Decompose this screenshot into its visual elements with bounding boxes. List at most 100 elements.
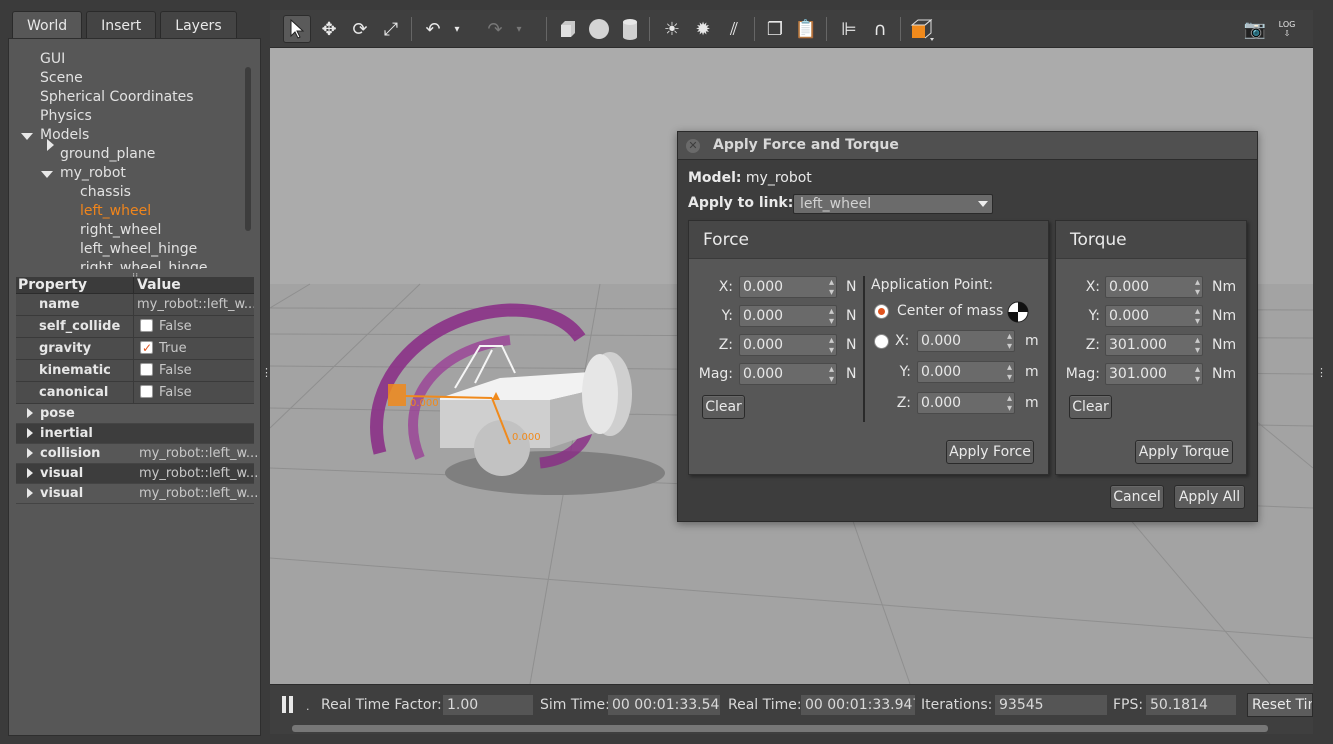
rotate-icon[interactable]: ⟳ — [346, 15, 374, 43]
force-z-spinbox[interactable]: 0.000 — [739, 331, 837, 361]
point-z-spinbox[interactable]: 0.000 — [917, 389, 1015, 419]
snap-magnet-icon[interactable]: ∩ — [866, 15, 894, 43]
force-mag-spinbox[interactable]: 0.000 — [739, 360, 837, 390]
self-collide-checkbox[interactable] — [140, 319, 153, 332]
tree-item-left-wheel-hinge[interactable]: left_wheel_hinge — [80, 240, 197, 259]
kinematic-checkbox[interactable] — [140, 363, 153, 376]
model-row: Model: my_robot — [688, 170, 812, 186]
group-value: my_robot::left_w... — [139, 486, 259, 501]
dialog-titlebar[interactable]: ✕ Apply Force and Torque — [678, 132, 1257, 160]
canonical-checkbox[interactable] — [140, 385, 153, 398]
gravity-checkbox[interactable] — [140, 338, 153, 359]
header-value: Value — [137, 277, 181, 293]
property-group-pose[interactable]: pose — [16, 404, 254, 424]
apply-to-link-label: Apply to link: — [688, 195, 794, 211]
force-mag-unit: N — [846, 366, 857, 382]
tree-item-scene[interactable]: Scene — [40, 69, 83, 88]
expand-arrow-icon[interactable] — [27, 408, 33, 418]
horizontal-scrollbar[interactable] — [292, 725, 1268, 732]
tree-scrollbar[interactable] — [245, 67, 251, 231]
tree-item-right-wheel[interactable]: right_wheel — [80, 221, 161, 240]
link-select[interactable]: left_wheel — [793, 194, 993, 214]
torque-z-spinbox[interactable]: 301.000 — [1105, 331, 1203, 361]
copy-icon[interactable]: ❐ — [761, 15, 789, 43]
translate-icon[interactable]: ✥ — [315, 15, 343, 43]
tree-item-gui[interactable]: GUI — [40, 50, 65, 69]
tab-layers[interactable]: Layers — [160, 11, 237, 39]
collapse-arrow-icon[interactable] — [21, 133, 33, 140]
property-row-kinematic: kinematic False — [16, 360, 254, 382]
paste-icon[interactable]: 📋 — [792, 15, 820, 43]
property-value[interactable]: my_robot::left_w... — [134, 294, 254, 315]
iterations-field: 93545 — [995, 695, 1107, 715]
center-of-mass-radio[interactable] — [874, 304, 889, 319]
log-icon[interactable]: LOG ⇩ — [1273, 15, 1301, 43]
tab-world[interactable]: World — [12, 11, 83, 39]
custom-point-radio[interactable] — [874, 334, 889, 349]
tree-item-spherical-coordinates[interactable]: Spherical Coordinates — [40, 88, 194, 107]
force-x-label: X: — [718, 279, 733, 295]
rtf-field: 1.00 — [443, 695, 533, 715]
property-name: gravity — [16, 338, 134, 359]
force-clear-button[interactable]: Clear — [702, 395, 745, 419]
pause-icon[interactable] — [281, 696, 295, 713]
property-group-visual[interactable]: visual my_robot::left_w... — [16, 484, 258, 504]
close-icon[interactable]: ✕ — [686, 139, 700, 153]
reset-time-button[interactable]: Reset Time — [1247, 693, 1313, 717]
redo-dropdown-icon[interactable]: ▾ — [513, 15, 525, 43]
apply-force-torque-dialog: ✕ Apply Force and Torque Model: my_robot… — [677, 131, 1258, 522]
screenshot-icon[interactable]: 📷 — [1241, 15, 1269, 43]
apply-torque-button[interactable]: Apply Torque — [1135, 440, 1233, 464]
step-button[interactable]: . — [306, 698, 310, 716]
expand-arrow-icon[interactable] — [27, 448, 33, 458]
cancel-button[interactable]: Cancel — [1110, 485, 1164, 509]
force-x-spinbox[interactable]: 0.000 — [739, 273, 837, 303]
torque-z-unit: Nm — [1212, 337, 1237, 353]
sphere-icon[interactable] — [585, 15, 613, 43]
expand-arrow-icon[interactable] — [27, 488, 33, 498]
select-arrow-icon[interactable] — [283, 15, 311, 43]
torque-x-spinbox[interactable]: 0.000 — [1105, 273, 1203, 303]
torque-clear-button[interactable]: Clear — [1069, 395, 1112, 419]
toolbar-separator — [900, 17, 901, 41]
tab-insert[interactable]: Insert — [86, 11, 157, 39]
tree-item-my-robot[interactable]: my_robot — [60, 164, 126, 183]
sim-time-field: 00 00:01:33.545 — [608, 695, 720, 715]
torque-mag-spinbox[interactable]: 301.000 — [1105, 360, 1203, 390]
expand-arrow-icon[interactable] — [47, 139, 54, 151]
directional-light-icon[interactable]: ⫽ — [720, 15, 748, 43]
force-z-label: Z: — [718, 337, 733, 353]
tree-item-chassis[interactable]: chassis — [80, 183, 131, 202]
tree-item-left-wheel[interactable]: left_wheel — [80, 202, 151, 221]
property-table-header: Property Value — [16, 277, 254, 294]
spot-light-icon[interactable]: ✹ — [689, 15, 717, 43]
undo-icon[interactable]: ↶ — [419, 15, 447, 43]
point-light-icon[interactable]: ☀ — [658, 15, 686, 43]
undo-dropdown-icon[interactable]: ▾ — [451, 15, 463, 43]
torque-x-label: X: — [1085, 279, 1100, 295]
force-z-unit: N — [846, 337, 857, 353]
tree-item-ground-plane[interactable]: ground_plane — [60, 145, 155, 164]
align-icon[interactable]: ⊫ — [835, 15, 863, 43]
point-y-spinbox[interactable]: 0.000 — [917, 358, 1015, 388]
right-splitter-handle[interactable]: ⋮ — [1316, 366, 1327, 379]
point-y-unit: m — [1025, 364, 1039, 380]
box-icon[interactable] — [554, 15, 582, 43]
property-group-visual[interactable]: visual my_robot::left_w... — [16, 464, 258, 484]
tree-item-physics[interactable]: Physics — [40, 107, 92, 126]
expand-arrow-icon[interactable] — [27, 428, 33, 438]
cylinder-icon[interactable] — [616, 15, 644, 43]
property-group-inertial[interactable]: inertial — [16, 424, 254, 444]
view-angle-icon[interactable] — [908, 15, 936, 43]
apply-all-button[interactable]: Apply All — [1174, 485, 1245, 509]
property-group-collision[interactable]: collision my_robot::left_w... — [16, 444, 258, 464]
expand-arrow-icon[interactable] — [27, 468, 33, 478]
collapse-arrow-icon[interactable] — [41, 171, 53, 178]
scale-icon[interactable]: ⤢ — [377, 15, 405, 43]
tree-item-right-wheel-hinge[interactable]: right_wheel_hinge — [80, 259, 207, 269]
redo-icon[interactable]: ↷ — [481, 15, 509, 43]
point-x-spinbox[interactable]: 0.000 — [917, 327, 1015, 357]
apply-force-button[interactable]: Apply Force — [946, 440, 1034, 464]
force-y-spinbox[interactable]: 0.000 — [739, 302, 837, 332]
torque-y-spinbox[interactable]: 0.000 — [1105, 302, 1203, 332]
